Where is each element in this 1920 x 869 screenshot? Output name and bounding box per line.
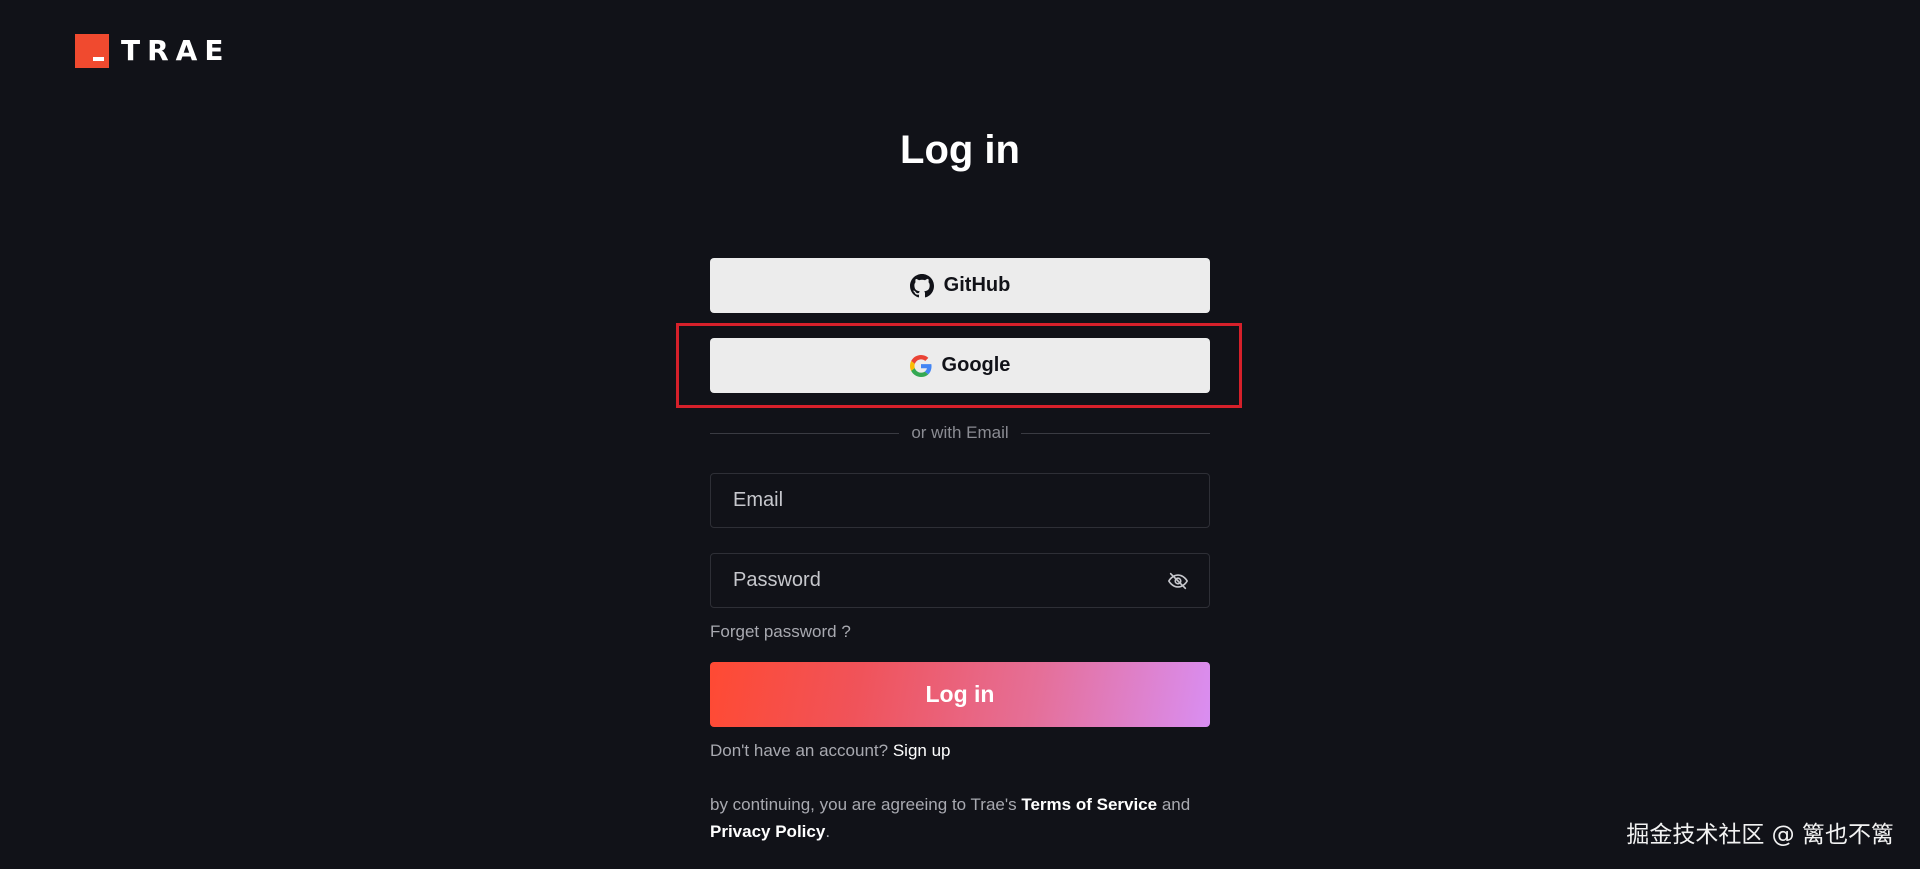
terms-notice: by continuing, you are agreeing to Trae'… [710, 791, 1210, 845]
github-login-button[interactable]: GitHub [710, 258, 1210, 313]
google-login-wrapper: Google [676, 323, 1242, 408]
github-button-label: GitHub [943, 274, 1011, 296]
google-login-button[interactable]: Google [710, 338, 1210, 393]
terms-of-service-link[interactable]: Terms of Service [1021, 795, 1157, 814]
google-icon [909, 354, 932, 377]
trae-logo-text: TRAE [121, 34, 231, 67]
email-input[interactable] [731, 488, 1189, 513]
password-input[interactable] [731, 568, 1167, 593]
login-form: GitHub Google or with Email Email Forget… [676, 258, 1242, 845]
trae-logo[interactable]: TRAE [75, 34, 230, 68]
email-field-container [710, 473, 1210, 528]
email-divider: or with Email [710, 423, 1210, 443]
watermark: 掘金技术社区 @ 篱也不篱 [1626, 822, 1894, 848]
privacy-policy-link[interactable]: Privacy Policy [710, 822, 825, 841]
google-button-label: Google [941, 354, 1011, 376]
divider-text: or with Email [911, 423, 1009, 442]
terms-suffix: . [825, 822, 831, 841]
signup-link[interactable]: Sign up [893, 741, 951, 760]
github-icon [909, 273, 934, 297]
password-field-container [710, 553, 1210, 608]
terms-and: and [1161, 795, 1191, 814]
login-button[interactable]: Log in [710, 662, 1210, 727]
login-page: TRAE Log in GitHub Google or with Email … [0, 0, 1920, 869]
page-title: Log in [900, 128, 1020, 172]
divider-line-left [710, 432, 900, 434]
terms-prefix: by continuing, you are agreeing to Trae'… [710, 795, 1017, 814]
forgot-password-link[interactable]: Forget password ? [710, 622, 1210, 642]
eye-off-icon[interactable] [1167, 570, 1189, 592]
signup-prompt: Don't have an account? Sign up [710, 741, 1210, 761]
divider-line-right [1020, 432, 1210, 434]
trae-logo-mark [75, 34, 109, 68]
signup-prompt-text: Don't have an account? [710, 741, 889, 760]
